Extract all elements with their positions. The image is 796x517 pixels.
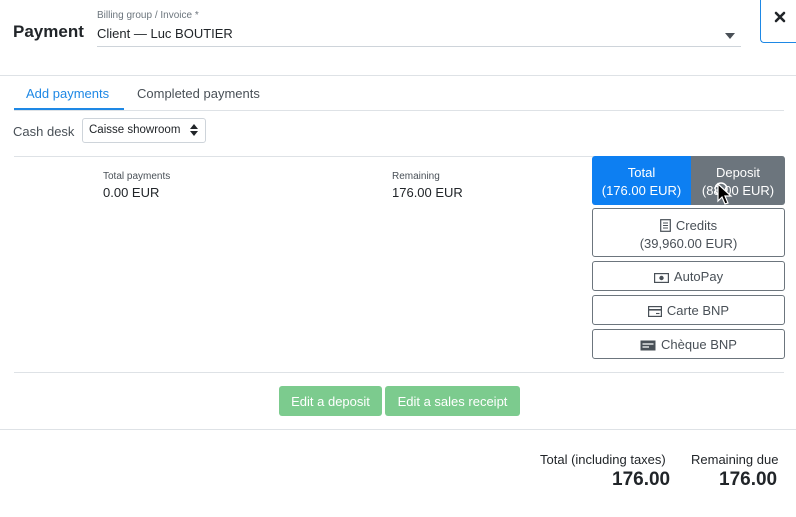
close-button[interactable] <box>760 0 796 43</box>
credits-amount: (39,960.00 EUR) <box>639 236 738 251</box>
carte-bnp-label: Carte BNP <box>666 303 730 318</box>
actions-divider <box>14 372 784 373</box>
footer-divider <box>0 429 796 430</box>
footer-remaining-value: 176.00 <box>719 469 778 490</box>
remaining-value: 176.00 EUR <box>392 185 463 200</box>
header-divider <box>0 75 796 76</box>
deposit-button-label: Deposit <box>715 165 761 180</box>
edit-sales-receipt-button[interactable]: Edit a sales receipt <box>385 386 520 416</box>
tab-add-payments[interactable]: Add payments <box>14 85 124 110</box>
total-payment-button[interactable]: Total (176.00 EUR) <box>592 156 691 205</box>
autopay-button[interactable]: AutoPay <box>592 261 785 291</box>
cheque-bnp-label: Chèque BNP <box>661 337 737 352</box>
autopay-label: AutoPay <box>673 269 724 284</box>
chevron-down-icon <box>725 33 735 39</box>
receipt-icon <box>660 219 671 232</box>
cheque-icon <box>640 340 656 351</box>
total-payments-value: 0.00 EUR <box>103 185 160 200</box>
cash-desk-value: Caisse showroom <box>89 124 181 136</box>
billing-group-select[interactable]: Client — Luc BOUTIER <box>97 24 741 47</box>
deposit-button-amount: (88.00 EUR) <box>701 183 775 198</box>
page-title: Payment <box>13 22 84 41</box>
billing-group-value: Client — Luc BOUTIER <box>97 26 233 41</box>
cheque-bnp-button[interactable]: Chèque BNP <box>592 329 785 359</box>
banknote-icon <box>653 273 669 283</box>
cash-desk-select[interactable]: Caisse showroom <box>82 118 206 143</box>
sort-arrows-icon <box>190 124 198 136</box>
tab-add-payments-label: Add payments <box>26 86 110 101</box>
credits-button[interactable]: Credits (39,960.00 EUR) <box>592 208 785 257</box>
credits-label: Credits <box>675 218 718 233</box>
footer-total-value: 176.00 <box>612 469 671 490</box>
remaining-label: Remaining <box>392 171 440 182</box>
footer-remaining-label: Remaining due <box>691 452 779 467</box>
edit-deposit-button[interactable]: Edit a deposit <box>279 386 382 416</box>
tabs-divider <box>14 110 784 111</box>
cash-desk-label: Cash desk <box>13 124 75 139</box>
billing-group-label: Billing group / Invoice * <box>97 10 199 21</box>
total-payments-label: Total payments <box>103 171 171 182</box>
tab-completed-payments[interactable]: Completed payments <box>137 86 260 101</box>
close-icon <box>774 11 786 23</box>
mouse-cursor-icon <box>715 182 733 205</box>
deposit-payment-button[interactable]: Deposit (88.00 EUR) <box>691 156 785 205</box>
total-button-amount: (176.00 EUR) <box>601 183 682 198</box>
total-button-label: Total <box>627 165 656 180</box>
credit-card-icon <box>647 306 662 317</box>
carte-bnp-button[interactable]: Carte BNP <box>592 295 785 325</box>
footer-total-label: Total (including taxes) <box>540 452 666 467</box>
